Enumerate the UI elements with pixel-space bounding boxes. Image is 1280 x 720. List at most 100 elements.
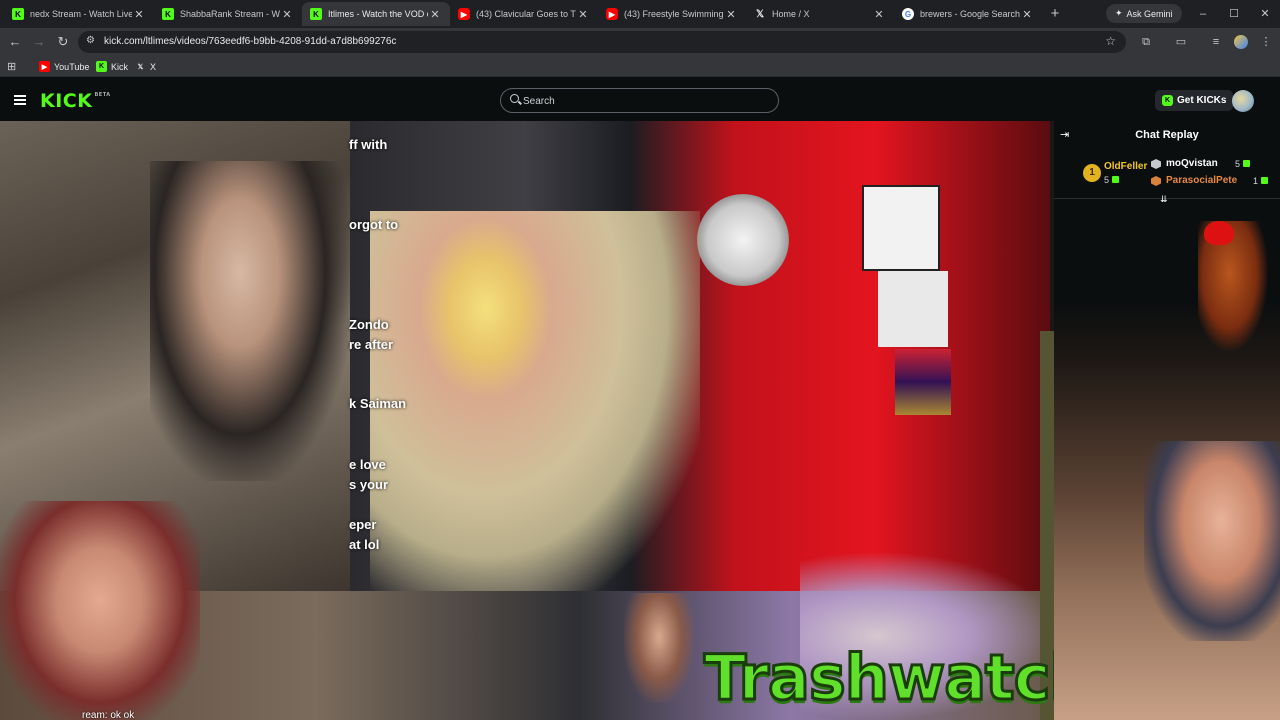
tab-close-icon[interactable]: ✕ — [724, 8, 738, 21]
tab-label: (43) Clavicular Goes to The — [476, 9, 576, 19]
bookmark-label: Kick — [111, 61, 129, 72]
maximize-button[interactable]: ☐ — [1224, 5, 1244, 23]
video-person-bald — [0, 501, 200, 720]
browser-tab[interactable]: 𝕏 Home / X ✕ — [746, 2, 894, 26]
video-overlay-text: Zondo — [349, 317, 389, 332]
kick-header: KICKBETA K Get KICKs — [0, 81, 1280, 121]
gifter-leaderboard: 1 OldFeller 5 moQvistan 5 ParasocialPete… — [1054, 151, 1280, 199]
browser-toolbar: ← → ↻ ⚙ kick.com/ltlimes/videos/763eedf6… — [0, 28, 1280, 56]
tab-label: Home / X — [772, 9, 810, 19]
bookmark-youtube[interactable]: ▶ YouTube — [39, 59, 89, 74]
gifter-count: 5 — [1235, 159, 1251, 169]
video-poster — [895, 349, 951, 415]
tab-close-icon[interactable]: ✕ — [576, 8, 590, 21]
gift-icon — [1243, 160, 1251, 167]
youtube-favicon-icon: ▶ — [458, 8, 470, 20]
gift-icon — [1112, 176, 1120, 183]
tab-close-icon[interactable]: ✕ — [132, 8, 146, 21]
chat-scene-rooster-comb — [1204, 221, 1234, 245]
bookmark-label: YouTube — [54, 61, 90, 72]
extensions-icon[interactable]: ⧉ — [1138, 34, 1154, 50]
browser-tab-active[interactable]: K Itlimes - Watch the VOD on ✕ — [302, 2, 450, 26]
browser-tab[interactable]: ▶ (43) Freestyle Swimming Te ✕ — [598, 2, 746, 26]
video-wall-fan — [697, 194, 789, 286]
video-overlay-text: ff with — [349, 137, 388, 152]
url-text[interactable]: kick.com/ltlimes/videos/763eedf6-b9bb-42… — [104, 36, 396, 47]
media-controls-icon[interactable]: ≡ — [1208, 34, 1224, 50]
hamburger-menu-icon[interactable] — [14, 95, 26, 105]
user-avatar[interactable] — [1232, 90, 1254, 112]
video-overlay-text: eper — [349, 517, 377, 532]
bookmark-label: X — [150, 61, 157, 72]
silver-badge-icon — [1151, 159, 1161, 169]
video-player[interactable]: ff with orgot to Zondo re after k Saiman… — [0, 121, 1054, 720]
apps-grid-icon[interactable]: ⊞ — [7, 59, 16, 74]
gifter-count: 1 — [1253, 176, 1269, 186]
ask-gemini-label: Ask Gemini — [1126, 8, 1173, 19]
gifter-name[interactable]: ParasocialPete — [1166, 175, 1237, 186]
gifter-name[interactable]: OldFeller — [1104, 161, 1147, 172]
minimize-button[interactable]: – — [1193, 5, 1213, 23]
bookmark-x[interactable]: 𝕏 X — [135, 59, 156, 74]
browser-tab-strip: K nedx Stream - Watch Live o ✕ K ShabbaR… — [0, 0, 1280, 28]
tab-close-icon[interactable]: ✕ — [1020, 8, 1034, 21]
back-arrow-icon[interactable]: ← — [6, 33, 24, 51]
bookmarks-bar: ⊞ ▶ YouTube K Kick 𝕏 X — [0, 56, 1280, 77]
video-overlay-text: orgot to — [349, 217, 399, 232]
video-person-blonde — [370, 211, 700, 601]
expand-leaderboard-icon[interactable]: ⇊ — [1160, 194, 1168, 205]
browser-tab[interactable]: ▶ (43) Clavicular Goes to The ✕ — [450, 2, 598, 26]
video-no-smoking-sign — [862, 185, 940, 271]
x-favicon-icon: 𝕏 — [137, 63, 144, 71]
kick-beta-badge: BETA — [94, 92, 111, 98]
youtube-favicon-icon: ▶ — [606, 8, 618, 20]
tab-close-icon[interactable]: ✕ — [428, 8, 442, 21]
kicks-coin-icon: K — [1162, 95, 1173, 106]
x-favicon-icon: 𝕏 — [755, 8, 765, 20]
kick-favicon-icon: K — [12, 8, 24, 20]
gifter-name[interactable]: moQvistan — [1166, 158, 1218, 169]
gift-count-value: 5 — [1104, 175, 1110, 185]
kick-favicon-icon: K — [310, 8, 322, 20]
reload-icon[interactable]: ↻ — [54, 33, 72, 51]
kick-favicon-icon: K — [96, 61, 107, 72]
search-input[interactable] — [523, 93, 763, 109]
bookmark-star-icon[interactable]: ☆ — [1105, 34, 1116, 48]
bookmark-kick[interactable]: K Kick — [96, 59, 128, 74]
cast-icon[interactable]: ▭ — [1173, 34, 1189, 50]
search-icon — [510, 94, 519, 103]
tab-label: nedx Stream - Watch Live o — [30, 9, 132, 19]
gemini-sparkle-icon: ✦ — [1115, 8, 1123, 18]
browser-tab[interactable]: K ShabbaRank Stream - Watch ✕ — [154, 2, 302, 26]
gift-count-value: 5 — [1235, 159, 1241, 169]
forward-arrow-icon[interactable]: → — [30, 33, 48, 51]
kick-logo-text: KICK — [40, 90, 93, 112]
browser-tab[interactable]: K nedx Stream - Watch Live o ✕ — [4, 2, 154, 26]
chat-title: Chat Replay — [1135, 129, 1199, 141]
kick-favicon-icon: K — [162, 8, 174, 20]
profile-avatar[interactable] — [1234, 35, 1248, 49]
get-kicks-label: Get KICKs — [1177, 95, 1227, 106]
kick-logo[interactable]: KICK BETA — [40, 90, 111, 112]
gold-medal-icon: 1 — [1083, 164, 1101, 182]
browser-tab[interactable]: G brewers - Google Search ✕ — [894, 2, 1042, 26]
tab-label: (43) Freestyle Swimming Te — [624, 9, 724, 19]
tab-label: ShabbaRank Stream - Watch — [180, 9, 280, 19]
search-bar[interactable] — [500, 88, 779, 113]
youtube-favicon-icon: ▶ — [39, 61, 50, 72]
video-overlay-text: e love — [349, 457, 386, 472]
gifter-count: 5 — [1104, 175, 1120, 185]
ask-gemini-button[interactable]: ✦ Ask Gemini — [1106, 4, 1182, 23]
new-tab-button[interactable]: + — [1046, 5, 1064, 23]
close-window-button[interactable]: ✕ — [1255, 5, 1275, 23]
tab-close-icon[interactable]: ✕ — [280, 8, 294, 21]
google-favicon-icon: G — [902, 8, 914, 20]
get-kicks-button[interactable]: K Get KICKs — [1155, 90, 1234, 111]
video-chat-overlay: ream: ok ok — [82, 710, 135, 720]
tab-label: Itlimes - Watch the VOD on — [328, 9, 428, 19]
address-bar[interactable]: ⚙ kick.com/ltlimes/videos/763eedf6-b9bb-… — [78, 31, 1126, 53]
gift-icon — [1261, 177, 1269, 184]
site-info-icon[interactable]: ⚙ — [86, 35, 95, 46]
menu-kebab-icon[interactable]: ⋮ — [1258, 34, 1274, 50]
tab-close-icon[interactable]: ✕ — [872, 8, 886, 21]
